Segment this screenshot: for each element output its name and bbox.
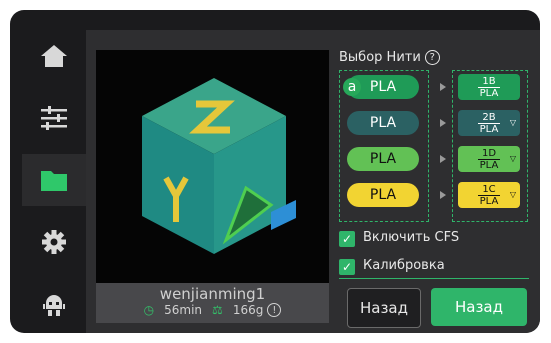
arrow-icon [440,119,446,127]
sidebar-item-files[interactable] [22,154,86,206]
model-thumbnail [142,78,296,254]
chevron-down-icon: ▽ [509,190,516,199]
print-weight: 166g [232,303,264,317]
home-icon [41,45,67,67]
print-time: 56min [164,303,203,317]
calibration-label: Калибровка [363,258,445,273]
info-icon[interactable]: ! [267,303,282,317]
sidebar [22,30,86,333]
cfs-slot-3[interactable]: 1D PLA ▽ [458,146,520,172]
sidebar-item-home[interactable] [22,30,86,82]
model-filament-3[interactable]: PLA [347,147,419,171]
printer-screen: wenjianming1 ◷ 56min ⚖ 166g ! Выбор Нити… [10,10,540,333]
cfs-slot-1[interactable]: 1B PLA [458,74,520,100]
sidebar-item-system[interactable] [22,216,86,268]
back-button[interactable]: Назад [347,288,421,328]
gear-icon [42,230,66,254]
filament-title: Выбор Нити ? [339,50,440,65]
model-filament-2[interactable]: PLA [347,111,419,135]
sidebar-item-settings[interactable] [22,92,86,144]
sliders-icon [41,106,67,130]
help-icon[interactable]: ? [424,50,440,65]
file-info-bar: wenjianming1 ◷ 56min ⚖ 166g ! [96,283,329,323]
arrow-icon [440,83,446,91]
main-content: wenjianming1 ◷ 56min ⚖ 166g ! Выбор Нити… [86,30,540,333]
filament-panel: Выбор Нити ? PLA PLA PLA PLA a b 1BPLA 2… [339,50,529,333]
folder-icon [41,171,67,191]
arrow-icon [440,155,446,163]
confirm-button[interactable]: Назад [431,288,527,326]
calibration-checkbox[interactable]: ✓ [339,259,355,275]
cfs-slot-2[interactable]: 2B PLA ▽ [458,110,520,136]
arrow-icon [440,191,446,199]
cfs-slot-4[interactable]: 1C PLA ▽ [458,182,520,208]
clock-icon: ◷ [143,303,155,317]
model-filament-4[interactable]: PLA [347,183,419,207]
model-preview: wenjianming1 ◷ 56min ⚖ 166g ! [96,50,329,323]
cfs-checkbox[interactable]: ✓ [339,231,355,247]
file-name: wenjianming1 [159,285,266,303]
chevron-down-icon: ▽ [509,154,516,163]
divider [339,278,529,279]
robot-icon [43,295,65,316]
chevron-down-icon: ▽ [509,118,516,127]
weight-icon: ⚖ [212,303,223,317]
cfs-label: Включить CFS [363,230,460,245]
sidebar-item-ai[interactable] [22,278,86,330]
badge-a: a [343,78,361,96]
